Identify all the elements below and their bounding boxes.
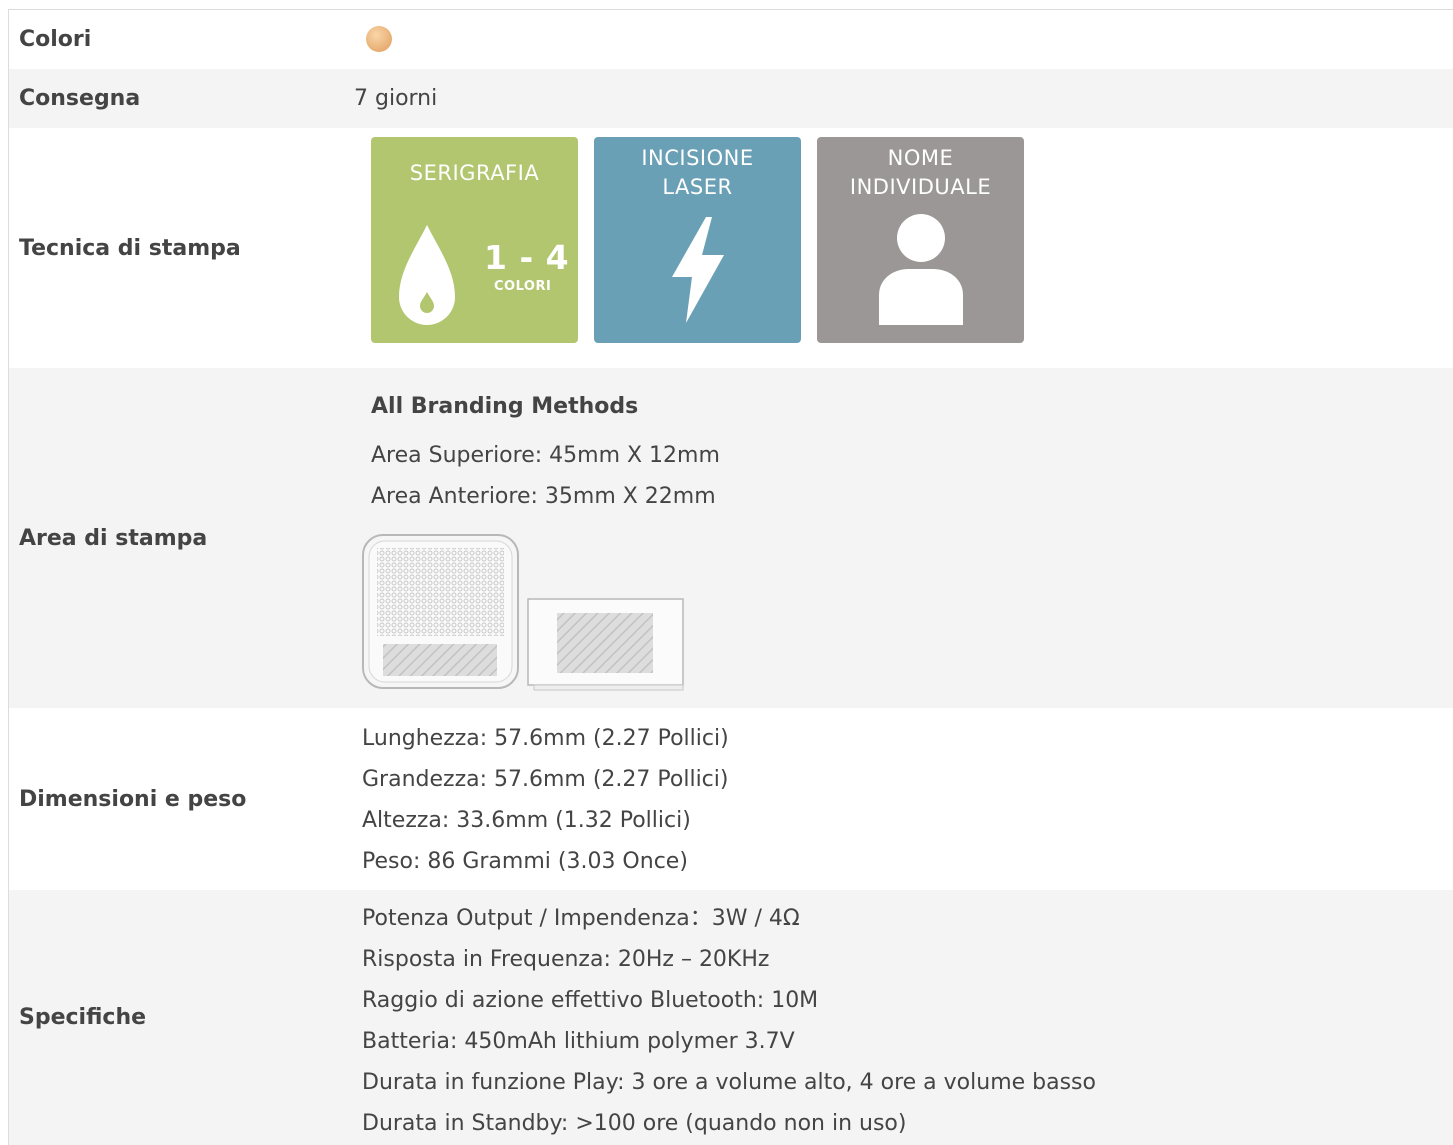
delivery-value: 7 giorni (354, 86, 438, 111)
dimension-length: Lunghezza: 57.6mm (2.27 Pollici) (362, 726, 729, 751)
tile-serigrafia[interactable]: SERIGRAFIA 1 - 4 COLORI (371, 137, 578, 343)
tile-incisione-laser[interactable]: INCISIONE LASER (594, 137, 801, 343)
row-label: Colori (19, 27, 92, 52)
print-area-diagram (362, 534, 684, 691)
spec-battery: Batteria: 450mAh lithium polymer 3.7V (362, 1029, 795, 1054)
row-specifiche: Specifiche Potenza Output / Impendenza：3… (9, 890, 1453, 1145)
row-consegna: Consegna 7 giorni (9, 69, 1453, 128)
row-label: Dimensioni e peso (19, 786, 247, 812)
color-range-label: COLORI (494, 279, 552, 294)
dimensions-list: Lunghezza: 57.6mm (2.27 Pollici) Grandez… (362, 718, 729, 882)
product-spec-table: Colori Consegna 7 giorni Tecnica di stam… (8, 9, 1453, 1145)
dimension-width: Grandezza: 57.6mm (2.27 Pollici) (362, 767, 729, 792)
color-swatch[interactable] (366, 26, 392, 52)
spec-bluetooth-range: Raggio di azione effettivo Bluetooth: 10… (362, 988, 819, 1013)
row-tecnica-di-stampa: Tecnica di stampa SERIGRAFIA 1 - 4 COLOR… (9, 128, 1453, 368)
spec-play-time: Durata in funzione Play: 3 ore a volume … (362, 1070, 1096, 1095)
lightning-bolt-icon (672, 217, 724, 323)
dimension-weight: Peso: 86 Grammi (3.03 Once) (362, 849, 688, 874)
color-range: 1 - 4 (484, 238, 570, 277)
spec-frequency-response: Risposta in Frequenza: 20Hz – 20KHz (362, 947, 770, 972)
spec-standby-time: Durata in Standby: >100 ore (quando non … (362, 1111, 907, 1136)
area-front: Area Anteriore: 35mm X 22mm (371, 484, 716, 509)
tile-nome-individuale[interactable]: NOME INDIVIDUALE (817, 137, 1024, 343)
area-top: Area Superiore: 45mm X 12mm (371, 443, 720, 468)
person-icon (879, 214, 963, 325)
spec-power-output: Potenza Output / Impendenza：3W / 4Ω (362, 906, 800, 931)
row-colori: Colori (9, 10, 1453, 69)
specs-list: Potenza Output / Impendenza：3W / 4Ω Risp… (362, 898, 1096, 1144)
row-label: Specifiche (19, 1005, 147, 1030)
branding-methods-heading: All Branding Methods (371, 394, 639, 419)
row-area-di-stampa: Area di stampa All Branding Methods Area… (9, 368, 1453, 708)
dimension-height: Altezza: 33.6mm (1.32 Pollici) (362, 808, 691, 833)
row-label: Consegna (19, 86, 141, 111)
row-dimensioni-e-peso: Dimensioni e peso Lunghezza: 57.6mm (2.2… (9, 708, 1453, 890)
row-label: Tecnica di stampa (19, 235, 241, 261)
row-label: Area di stampa (19, 525, 208, 551)
